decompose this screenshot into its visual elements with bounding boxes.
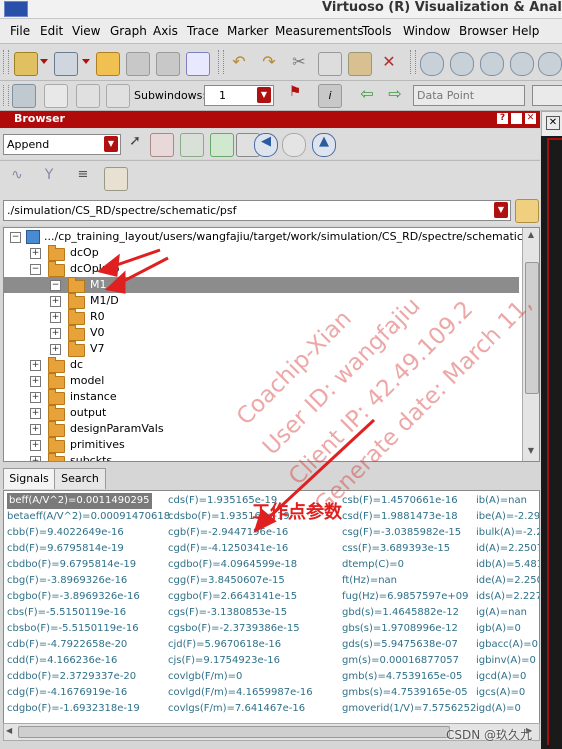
annotation-arrows [96,248,376,533]
csdn-watermark: CSDN @玖久九 [446,728,533,742]
arrow-head-m1 [104,270,126,294]
arrow-head-dcopinfo [96,253,120,277]
annotation-label: 工作点参数 [252,502,342,523]
